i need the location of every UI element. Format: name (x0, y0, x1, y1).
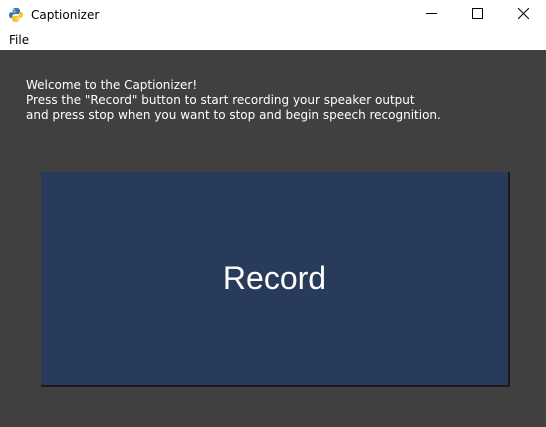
main-content: Welcome to the Captionizer! Press the "R… (0, 50, 546, 427)
record-button[interactable]: Record (41, 172, 510, 387)
close-button[interactable] (500, 0, 546, 30)
menu-file[interactable]: File (3, 32, 35, 48)
record-button-label: Record (222, 260, 327, 296)
maximize-icon (471, 6, 483, 24)
intro-text: Welcome to the Captionizer! Press the "R… (26, 78, 441, 123)
window-title: Captionizer (31, 8, 100, 22)
intro-line: and press stop when you want to stop and… (26, 108, 441, 122)
intro-line: Welcome to the Captionizer! (26, 78, 198, 92)
title-bar[interactable]: Captionizer (0, 0, 546, 30)
minimize-icon (425, 6, 437, 24)
close-icon (517, 6, 529, 24)
menu-bar: File (0, 30, 546, 50)
python-icon (8, 7, 24, 23)
maximize-button[interactable] (454, 0, 500, 30)
minimize-button[interactable] (408, 0, 454, 30)
intro-line: Press the "Record" button to start recor… (26, 93, 415, 107)
app-window: Captionizer File Welcome to the Captioni… (0, 0, 546, 427)
